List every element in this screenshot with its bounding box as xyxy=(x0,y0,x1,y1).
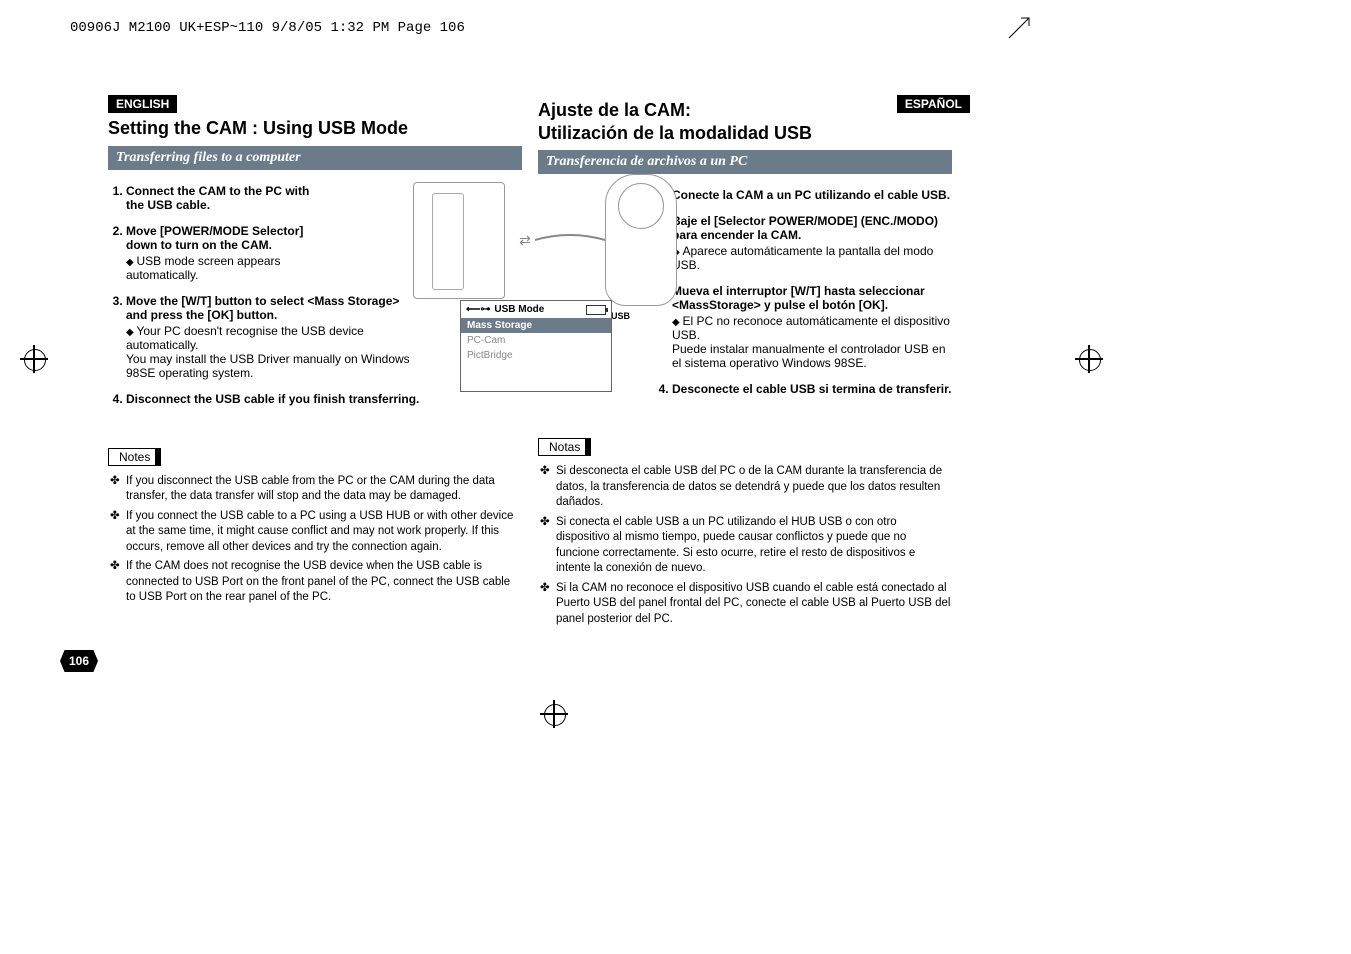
usb-port-label: USB xyxy=(611,311,630,321)
step-es-1: Conecte la CAM a un PC utilizando el cab… xyxy=(672,188,952,202)
step-es-1-head: Conecte la CAM a un PC utilizando el cab… xyxy=(672,188,950,202)
note-en-3: If the CAM does not recognise the USB de… xyxy=(126,559,522,606)
step-es-3-head: Mueva el interruptor [W/T] hasta selecci… xyxy=(672,284,925,312)
usb-connector-icon: ⟵⊶ xyxy=(466,304,490,315)
english-title: Setting the CAM : Using USB Mode xyxy=(108,117,522,140)
registration-mark-icon xyxy=(540,700,568,728)
registration-mark-icon xyxy=(20,345,48,373)
step-2: Move [POWER/MODE Selector] down to turn … xyxy=(126,224,318,282)
notes-label-en: Notes xyxy=(108,448,161,466)
step-4: Disconnect the USB cable if you finish t… xyxy=(126,392,428,406)
step-es-2-sub: Aparece automáticamente la pantalla del … xyxy=(672,244,952,272)
note-en-2: If you connect the USB cable to a PC usi… xyxy=(126,509,522,556)
step-2-head: Move [POWER/MODE Selector] down to turn … xyxy=(126,224,303,252)
step-3-head: Move the [W/T] button to select <Mass St… xyxy=(126,294,399,308)
note-es-3: Si la CAM no reconoce el dispositivo USB… xyxy=(556,581,952,628)
step-3-sub: Your PC doesn't recognise the USB device… xyxy=(126,324,428,380)
usb-mode-screen: ⟵⊶ USB Mode Mass Storage PC-Cam PictBrid… xyxy=(460,300,612,392)
battery-icon xyxy=(586,305,606,315)
camera-device-icon xyxy=(605,174,677,306)
print-header: 00906J M2100 UK+ESP~110 9/8/05 1:32 PM P… xyxy=(70,20,465,36)
lang-badge-spanish: ESPAÑOL xyxy=(897,95,970,113)
spanish-steps: Conecte la CAM a un PC utilizando el cab… xyxy=(654,188,952,396)
step-es-2-head: Baje el [Selector POWER/MODE] (ENC./MODO… xyxy=(672,214,938,242)
english-notes: If you disconnect the USB cable from the… xyxy=(108,474,522,606)
step-es-3-sub: El PC no reconoce automáticamente el dis… xyxy=(672,314,952,370)
english-steps-cont: Move the [W/T] button to select <Mass St… xyxy=(108,294,428,406)
step-3: Move the [W/T] button to select <Mass St… xyxy=(126,294,428,380)
fold-mark-icon xyxy=(1007,16,1031,40)
step-3-head2: and press the [OK] button. xyxy=(126,308,277,322)
bidirectional-arrow-icon: ⇄ xyxy=(519,232,531,249)
step-4-head: Disconnect the USB cable if you finish t… xyxy=(126,392,419,406)
step-2-sub: USB mode screen appears automatically. xyxy=(126,254,318,282)
note-es-1: Si desconecta el cable USB del PC o de l… xyxy=(556,464,952,511)
step-1: Connect the CAM to the PC with the USB c… xyxy=(126,184,318,212)
spanish-title: Ajuste de la CAM: Utilización de la moda… xyxy=(538,99,952,144)
step-1-head: Connect the CAM to the PC with the USB c… xyxy=(126,184,309,212)
step-es-4-head: Desconecte el cable USB si termina de tr… xyxy=(672,382,951,396)
lang-badge-english: ENGLISH xyxy=(108,95,177,113)
step-es-4: Desconecte el cable USB si termina de tr… xyxy=(672,382,952,396)
usb-item-pc-cam: PC-Cam xyxy=(461,333,611,348)
cable-icon xyxy=(535,230,605,250)
connection-diagram: ⇄ USB xyxy=(400,165,690,315)
usb-item-mass-storage: Mass Storage xyxy=(461,318,611,333)
page-number: 106 xyxy=(60,650,98,672)
english-steps: Connect the CAM to the PC with the USB c… xyxy=(108,184,318,282)
note-en-1: If you disconnect the USB cable from the… xyxy=(126,474,522,505)
usb-item-pictbridge: PictBridge xyxy=(461,348,611,363)
spanish-notes: Si desconecta el cable USB del PC o de l… xyxy=(538,464,952,627)
step-es-3: Mueva el interruptor [W/T] hasta selecci… xyxy=(672,284,952,370)
usb-mode-title: USB Mode xyxy=(490,304,586,315)
spanish-title-l1: Ajuste de la CAM: xyxy=(538,100,691,120)
registration-mark-icon xyxy=(1075,345,1103,373)
notes-label-es: Notas xyxy=(538,438,591,456)
spanish-title-l2: Utilización de la modalidad USB xyxy=(538,123,812,143)
pc-device-icon xyxy=(413,182,505,299)
step-es-2: Baje el [Selector POWER/MODE] (ENC./MODO… xyxy=(672,214,952,272)
note-es-2: Si conecta el cable USB a un PC utilizan… xyxy=(556,515,952,577)
